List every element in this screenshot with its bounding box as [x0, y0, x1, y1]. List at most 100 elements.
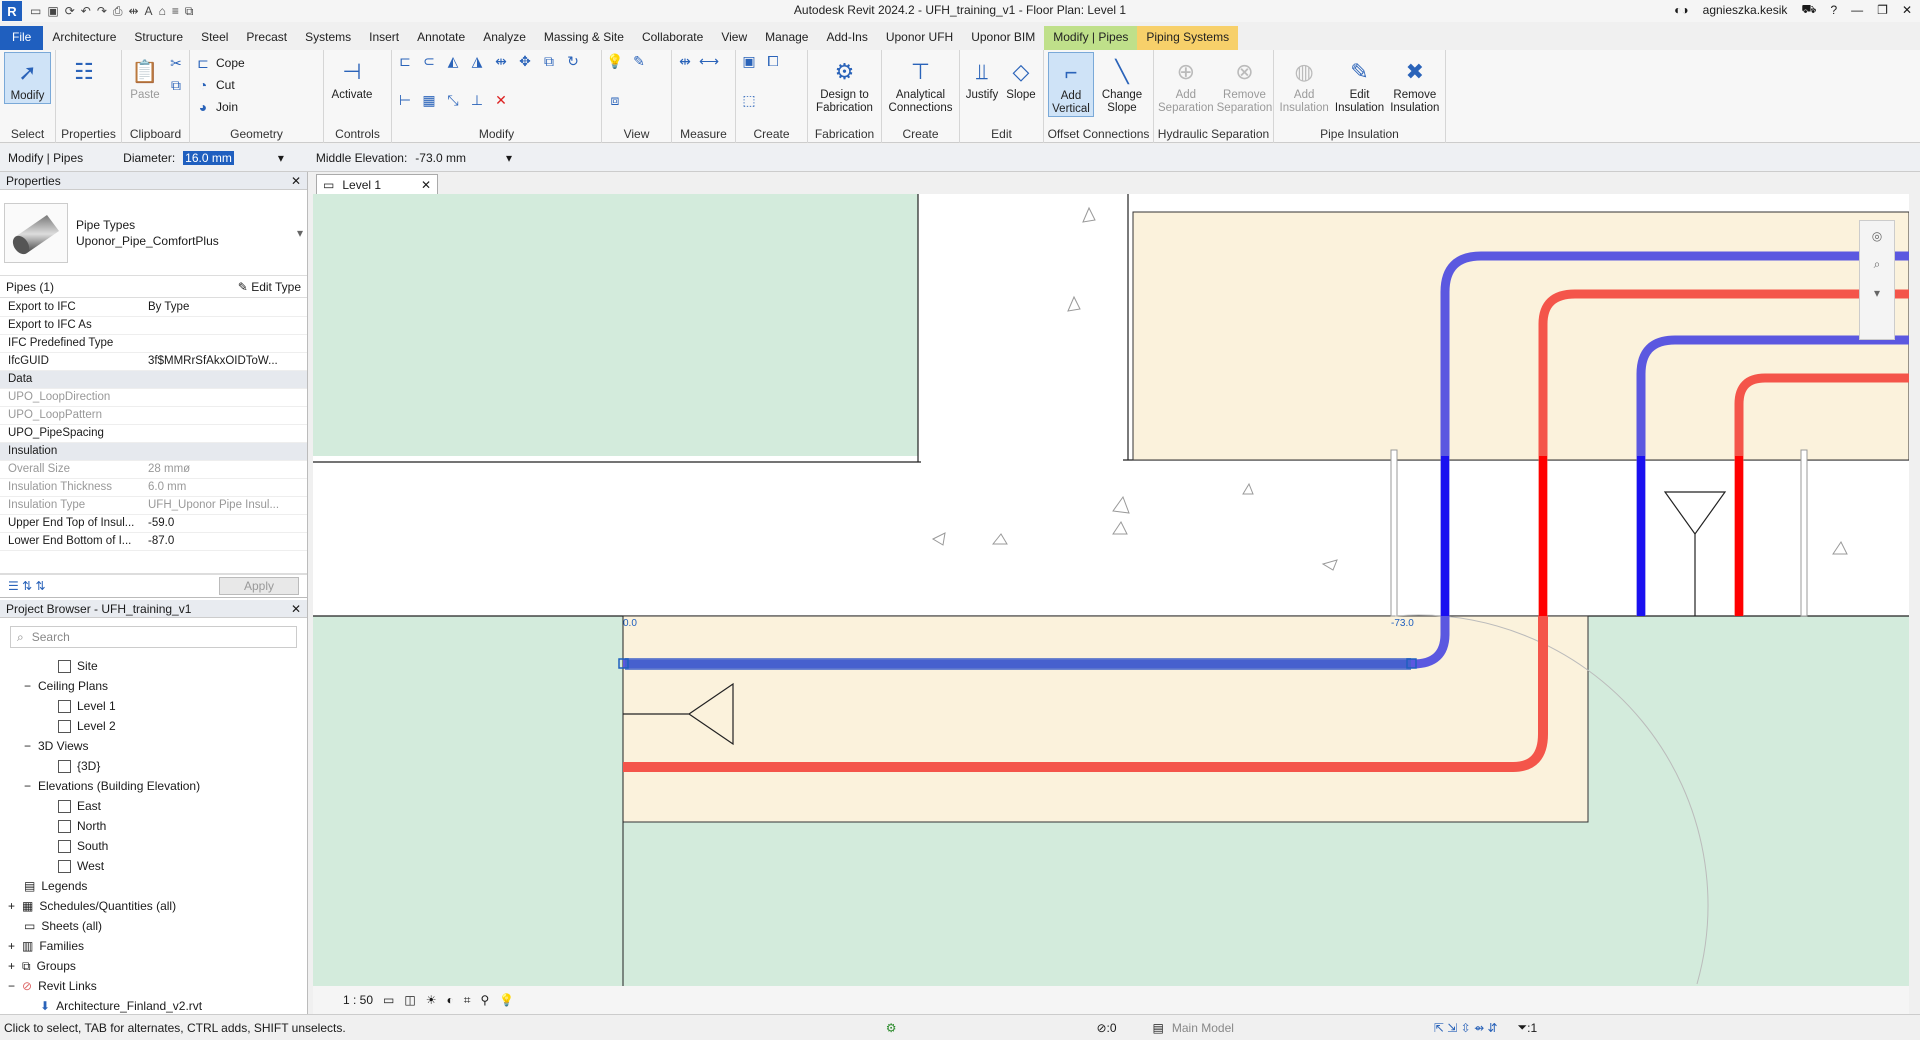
copy-element-icon[interactable]: ⧉: [540, 52, 558, 70]
tree-item-3d-views[interactable]: −3D Views: [0, 736, 307, 756]
join-button[interactable]: ◕ Join: [194, 96, 238, 118]
tab-architecture[interactable]: Architecture: [43, 26, 125, 50]
prop-row[interactable]: IfcGUID 3f$MMRrSfAkxOIDToW...: [0, 352, 307, 371]
redo-icon[interactable]: ↷: [97, 4, 107, 19]
user-menu[interactable]: agnieszka.kesik: [1703, 3, 1788, 17]
floor-plan-canvas[interactable]: 0.0 -73.0: [313, 194, 1909, 986]
tree-item-revit-links[interactable]: − ⊘ Revit Links: [0, 976, 307, 996]
open-icon[interactable]: ▭: [30, 4, 41, 19]
create-similar-icon[interactable]: ⬚: [740, 92, 758, 110]
reveal-hidden-icon[interactable]: 💡: [499, 993, 514, 1007]
tree-item-ceiling-plans[interactable]: − Ceiling Plans: [0, 676, 307, 696]
restore-button[interactable]: ❐: [1877, 3, 1888, 17]
activate-button[interactable]: ⊣ Activate: [328, 52, 376, 102]
diameter-select[interactable]: 16.0 mm ▾: [183, 150, 284, 165]
type-selector[interactable]: Pipe Types Uponor_Pipe_ComfortPlus ▾: [0, 190, 307, 276]
change-slope-button[interactable]: ╲ Change Slope: [1097, 52, 1147, 115]
tree-item-3d[interactable]: {3D}: [0, 756, 307, 776]
visual-style-icon[interactable]: ◫: [404, 993, 415, 1007]
detail-level-icon[interactable]: ▭: [383, 993, 394, 1007]
scale-icon[interactable]: ⤡: [444, 92, 462, 110]
remove-insulation-button[interactable]: ✖ Remove Insulation: [1389, 52, 1441, 115]
shadows-icon[interactable]: ◐: [446, 993, 453, 1007]
rotate-icon[interactable]: ↻: [564, 52, 582, 70]
create-part-icon[interactable]: ▣: [740, 52, 758, 70]
tree-item-families[interactable]: + ▥ Families: [0, 936, 307, 956]
collapse-icon[interactable]: −: [24, 779, 38, 793]
pin-icon[interactable]: ⊥: [468, 92, 486, 110]
justify-button[interactable]: ⫫ Justify: [964, 52, 1000, 102]
doc-tab-close-icon[interactable]: ✕: [421, 178, 431, 192]
cope-button[interactable]: ⊏ Cope: [194, 52, 245, 74]
tab-modify-pipes[interactable]: Modify | Pipes: [1044, 26, 1138, 50]
tab-massing-site[interactable]: Massing & Site: [535, 26, 633, 50]
tree-item-level-2[interactable]: Level 2: [0, 716, 307, 736]
crop-view-icon[interactable]: ⌗: [464, 993, 471, 1008]
home-icon[interactable]: ⌂: [159, 4, 166, 19]
filter-icon[interactable]: ⏷: [1518, 1020, 1528, 1035]
tree-item-east[interactable]: East: [0, 796, 307, 816]
design-options-icon[interactable]: ▤: [1153, 1021, 1164, 1035]
prop-row[interactable]: UPO_PipeSpacing: [0, 424, 307, 443]
tab-collaborate[interactable]: Collaborate: [633, 26, 712, 50]
browser-close-icon[interactable]: ✕: [291, 602, 301, 616]
tab-analyze[interactable]: Analyze: [474, 26, 535, 50]
expand-icon[interactable]: +: [8, 939, 22, 953]
apply-button[interactable]: Apply: [218, 577, 299, 595]
modify-button[interactable]: ➚ Modify: [4, 52, 51, 104]
tab-file[interactable]: File: [0, 26, 44, 50]
thin-lines-icon[interactable]: ≡: [172, 4, 179, 19]
array-icon[interactable]: ▦: [420, 92, 438, 110]
tab-precast[interactable]: Precast: [237, 26, 296, 50]
prop-row[interactable]: Upper End Top of Insul... -59.0: [0, 514, 307, 533]
prop-value[interactable]: -87.0: [140, 532, 307, 551]
split-icon[interactable]: ⇹: [492, 52, 510, 70]
steering-wheel-icon[interactable]: ◎: [1872, 229, 1882, 243]
tree-item-west[interactable]: West: [0, 856, 307, 876]
prop-value[interactable]: [140, 316, 307, 335]
prop-group-insulation[interactable]: Insulation: [0, 442, 307, 461]
prop-value[interactable]: 3f$MMRrSfAkxOIDToW...: [140, 352, 307, 371]
cart-icon[interactable]: ⛟: [1801, 2, 1816, 18]
tree-item-schedules[interactable]: + ▦ Schedules/Quantities (all): [0, 896, 307, 916]
scale-selector[interactable]: 1 : 50: [343, 993, 373, 1007]
binoculars-icon[interactable]: ◐◑: [1674, 3, 1689, 17]
hide-icon[interactable]: 💡: [606, 52, 624, 70]
tab-piping-systems[interactable]: Piping Systems: [1137, 26, 1239, 50]
tab-steel[interactable]: Steel: [192, 26, 237, 50]
worksharing-icon[interactable]: ⚙: [886, 1021, 897, 1035]
measure-distance-icon[interactable]: ⇹: [676, 52, 694, 70]
search-input[interactable]: Search: [32, 630, 70, 644]
trim-icon[interactable]: ⊢: [396, 92, 414, 110]
tree-item-legends[interactable]: ▤ Legends: [0, 876, 307, 896]
prop-row[interactable]: Lower End Bottom of I... -87.0: [0, 532, 307, 551]
offset-icon[interactable]: ⊂: [420, 52, 438, 70]
prop-value[interactable]: [140, 334, 307, 353]
override-icon[interactable]: ✎: [630, 52, 648, 70]
middle-elevation-input[interactable]: -73.0 mm: [415, 151, 466, 165]
instance-filter-select[interactable]: Pipes (1): [6, 280, 54, 294]
print-icon[interactable]: ⎙: [113, 4, 123, 19]
select-links-icon[interactable]: ⇱ ⇲ ⇳ ⇴ ⇵: [1434, 1021, 1498, 1035]
remove-separation-button[interactable]: ⊗ Remove Separation: [1217, 52, 1273, 115]
move-icon[interactable]: ✥: [516, 52, 534, 70]
zoom-icon[interactable]: ⌕: [1874, 257, 1881, 272]
tab-uponor-bim[interactable]: Uponor BIM: [962, 26, 1044, 50]
tab-systems[interactable]: Systems: [296, 26, 360, 50]
text-icon[interactable]: A: [145, 4, 153, 19]
cut-clipboard-icon[interactable]: ✂: [167, 54, 185, 72]
add-insulation-button[interactable]: ◍ Add Insulation: [1278, 52, 1330, 115]
browser-search[interactable]: ⌕ Search: [10, 626, 297, 648]
prop-row[interactable]: Overall Size 28 mmø: [0, 460, 307, 479]
floor-plan-view[interactable]: 0.0 -73.0 ◎ ⌕ ▾: [313, 194, 1909, 986]
add-vertical-button[interactable]: ⌐ Add Vertical: [1048, 52, 1094, 117]
panel-title-select[interactable]: Select: [0, 127, 55, 143]
measure-icon[interactable]: ⇹: [128, 4, 138, 19]
prop-row[interactable]: Export to IFC By Type: [0, 298, 307, 317]
prop-value[interactable]: [140, 424, 307, 443]
tree-item-groups[interactable]: + ⧉ Groups: [0, 956, 307, 976]
prop-value[interactable]: By Type: [140, 298, 307, 317]
doc-tab-level-1[interactable]: ▭ Level 1 ✕: [316, 174, 438, 194]
type-chevron-down-icon[interactable]: ▾: [297, 226, 303, 240]
prop-row[interactable]: Export to IFC As: [0, 316, 307, 335]
